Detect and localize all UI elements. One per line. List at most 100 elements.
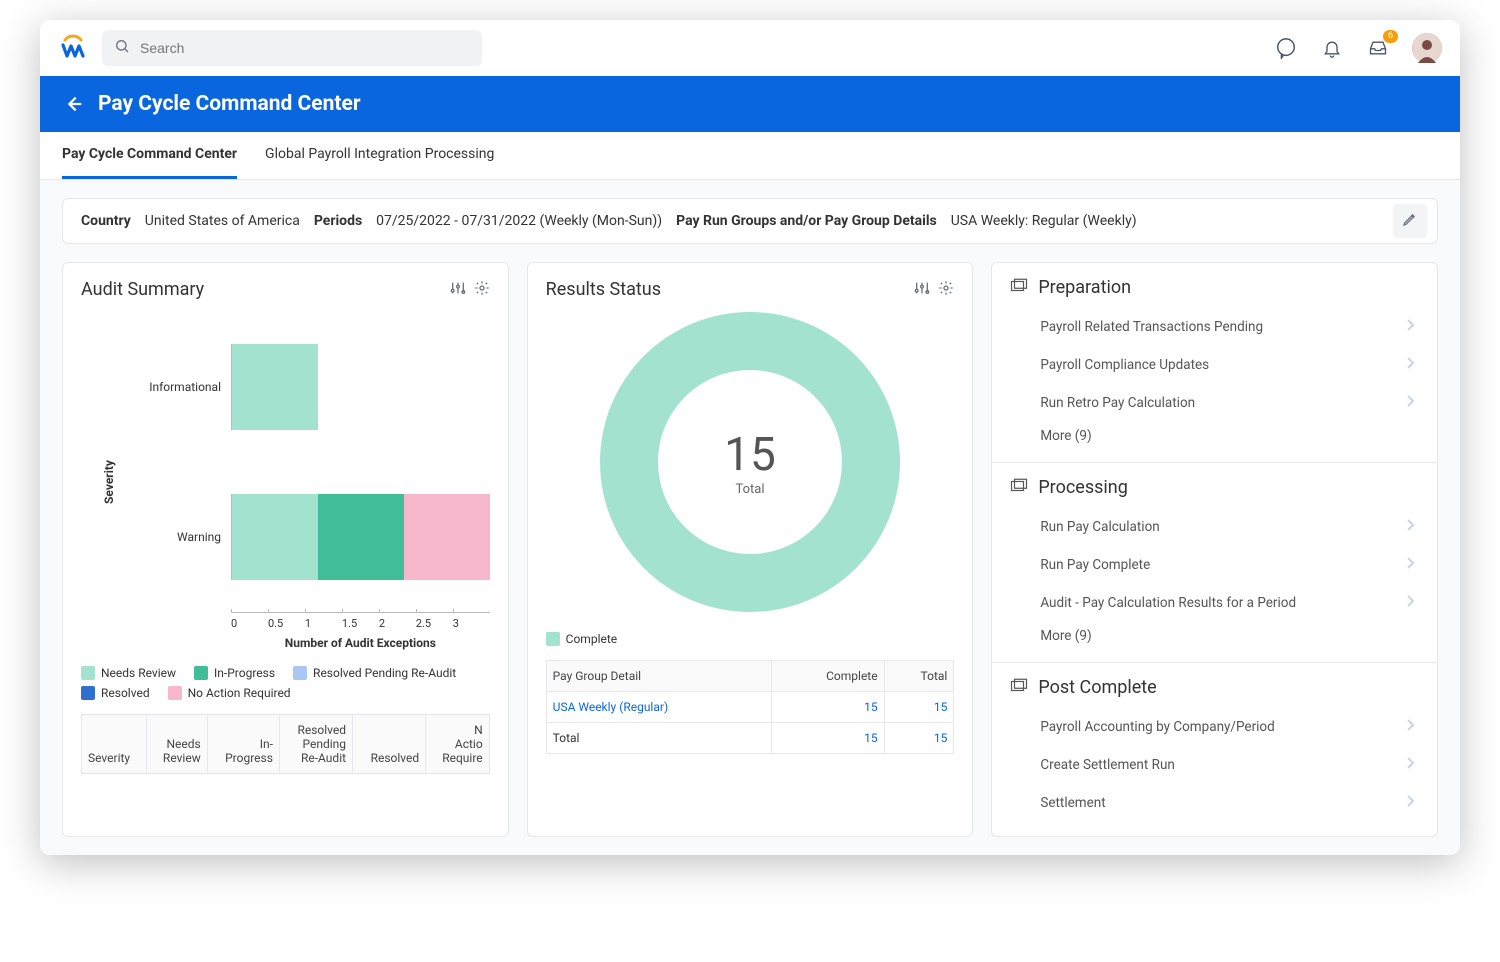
periods-label: Periods xyxy=(314,213,362,229)
chevron-right-icon xyxy=(1405,794,1415,812)
chevron-right-icon xyxy=(1405,318,1415,336)
search-icon xyxy=(114,38,130,58)
pay-group-link[interactable]: USA Weekly (Regular) xyxy=(553,700,668,714)
audit-table: SeverityNeedsReviewIn-ProgressResolvedPe… xyxy=(81,714,490,774)
results-title: Results Status xyxy=(546,279,661,300)
audit-category-label: Warning xyxy=(145,530,231,544)
chevron-right-icon xyxy=(1405,718,1415,736)
task-section: Post Complete Payroll Accounting by Compa… xyxy=(992,663,1437,836)
tab-pay-cycle[interactable]: Pay Cycle Command Center xyxy=(62,132,237,179)
chat-icon[interactable] xyxy=(1274,36,1298,60)
sliders-icon[interactable] xyxy=(914,280,930,300)
audit-summary-card: Audit Summary Severity InformationalWarn… xyxy=(62,262,509,837)
results-donut: 15 Total xyxy=(546,312,955,612)
notifications-icon[interactable] xyxy=(1320,36,1344,60)
audit-th: ResolvedPendingRe-Audit xyxy=(279,715,352,774)
back-arrow-icon[interactable] xyxy=(62,93,84,115)
task-link[interactable]: Run Retro Pay Calculation xyxy=(1010,384,1419,422)
chevron-right-icon xyxy=(1405,594,1415,612)
audit-xlabel: Number of Audit Exceptions xyxy=(231,636,490,650)
task-link[interactable]: Audit - Pay Calculation Results for a Pe… xyxy=(1010,584,1419,622)
country-label: Country xyxy=(81,213,131,229)
filter-bar: Country United States of America Periods… xyxy=(62,198,1438,244)
task-link[interactable]: Payroll Accounting by Company/Period xyxy=(1010,708,1419,746)
more-link[interactable]: More (9) xyxy=(1010,622,1419,648)
task-link[interactable]: Payroll Related Transactions Pending xyxy=(1010,308,1419,346)
audit-th: Severity xyxy=(82,715,147,774)
pencil-icon xyxy=(1402,211,1418,231)
legend-item: Resolved xyxy=(81,686,150,700)
tab-global-payroll[interactable]: Global Payroll Integration Processing xyxy=(265,132,494,179)
audit-category-label: Informational xyxy=(145,380,231,394)
chevron-right-icon xyxy=(1405,394,1415,412)
results-row: Total1515 xyxy=(546,723,954,754)
donut-value: 15 xyxy=(724,428,776,482)
audit-th: NeedsReview xyxy=(147,715,207,774)
more-link[interactable]: More (9) xyxy=(1010,422,1419,448)
search-input[interactable] xyxy=(140,40,470,56)
legend-item: Resolved Pending Re-Audit xyxy=(293,666,456,680)
sliders-icon[interactable] xyxy=(450,280,466,300)
audit-ylabel: Severity xyxy=(102,460,116,504)
window-stack-icon xyxy=(1010,678,1028,698)
results-row: USA Weekly (Regular) 1515 xyxy=(546,692,954,723)
chevron-right-icon xyxy=(1405,556,1415,574)
legend-item: Needs Review xyxy=(81,666,176,680)
inbox-badge: 6 xyxy=(1383,30,1398,43)
avatar[interactable] xyxy=(1412,33,1442,63)
task-link[interactable]: Create Settlement Run xyxy=(1010,746,1419,784)
task-link[interactable]: Run Pay Calculation xyxy=(1010,508,1419,546)
tasks-card: PreparationPayroll Related Transactions … xyxy=(991,262,1438,837)
x-tick: 1 xyxy=(305,613,342,630)
search-box[interactable] xyxy=(102,30,482,66)
audit-bar-segment[interactable] xyxy=(318,494,404,580)
inbox-icon[interactable]: 6 xyxy=(1366,36,1390,60)
audit-bar-segment[interactable] xyxy=(232,494,318,580)
chevron-right-icon xyxy=(1405,756,1415,774)
page-header: Pay Cycle Command Center xyxy=(40,76,1460,132)
groups-value: USA Weekly: Regular (Weekly) xyxy=(951,213,1137,229)
results-legend: Complete xyxy=(546,632,955,646)
results-th: Complete xyxy=(771,661,884,692)
results-status-card: Results Status 15 Total Complete Pay Gro… xyxy=(527,262,974,837)
total-cell[interactable]: 15 xyxy=(884,723,954,754)
section-title: Post Complete xyxy=(1038,677,1156,698)
results-table: Pay Group DetailCompleteTotal USA Weekly… xyxy=(546,660,955,754)
audit-th: NActioRequire xyxy=(426,715,489,774)
x-tick: 2 xyxy=(379,613,416,630)
x-tick: 0 xyxy=(231,613,268,630)
groups-label: Pay Run Groups and/or Pay Group Details xyxy=(676,213,937,229)
audit-legend: Needs Review In-Progress Resolved Pending … xyxy=(81,666,490,700)
legend-item: Complete xyxy=(546,632,618,646)
task-link[interactable]: Payroll Compliance Updates xyxy=(1010,346,1419,384)
audit-bar-segment[interactable] xyxy=(232,344,318,430)
window-stack-icon xyxy=(1010,278,1028,298)
page-title: Pay Cycle Command Center xyxy=(98,92,361,116)
tab-bar: Pay Cycle Command Center Global Payroll … xyxy=(40,132,1460,180)
gear-icon[interactable] xyxy=(474,280,490,300)
task-section: ProcessingRun Pay CalculationRun Pay Com… xyxy=(992,463,1437,663)
chevron-right-icon xyxy=(1405,518,1415,536)
chevron-right-icon xyxy=(1405,356,1415,374)
audit-bar-segment[interactable] xyxy=(404,494,490,580)
workday-logo[interactable] xyxy=(58,33,88,63)
total-cell[interactable]: 15 xyxy=(884,692,954,723)
donut-label: Total xyxy=(735,482,764,497)
results-th: Total xyxy=(884,661,954,692)
task-link[interactable]: Run Pay Complete xyxy=(1010,546,1419,584)
results-th: Pay Group Detail xyxy=(546,661,771,692)
task-link[interactable]: Settlement xyxy=(1010,784,1419,822)
complete-cell[interactable]: 15 xyxy=(771,692,884,723)
periods-value: 07/25/2022 - 07/31/2022 (Weekly (Mon-Sun… xyxy=(376,213,662,229)
gear-icon[interactable] xyxy=(938,280,954,300)
window-stack-icon xyxy=(1010,478,1028,498)
audit-chart: Severity InformationalWarning 00.511.522… xyxy=(81,312,490,652)
country-value: United States of America xyxy=(145,213,300,229)
audit-th: Resolved xyxy=(353,715,426,774)
x-tick: 1.5 xyxy=(342,613,379,630)
legend-item: No Action Required xyxy=(168,686,291,700)
complete-cell[interactable]: 15 xyxy=(771,723,884,754)
audit-bar-row: Warning xyxy=(145,462,490,612)
legend-item: In-Progress xyxy=(194,666,275,680)
edit-filters-button[interactable] xyxy=(1393,204,1427,238)
